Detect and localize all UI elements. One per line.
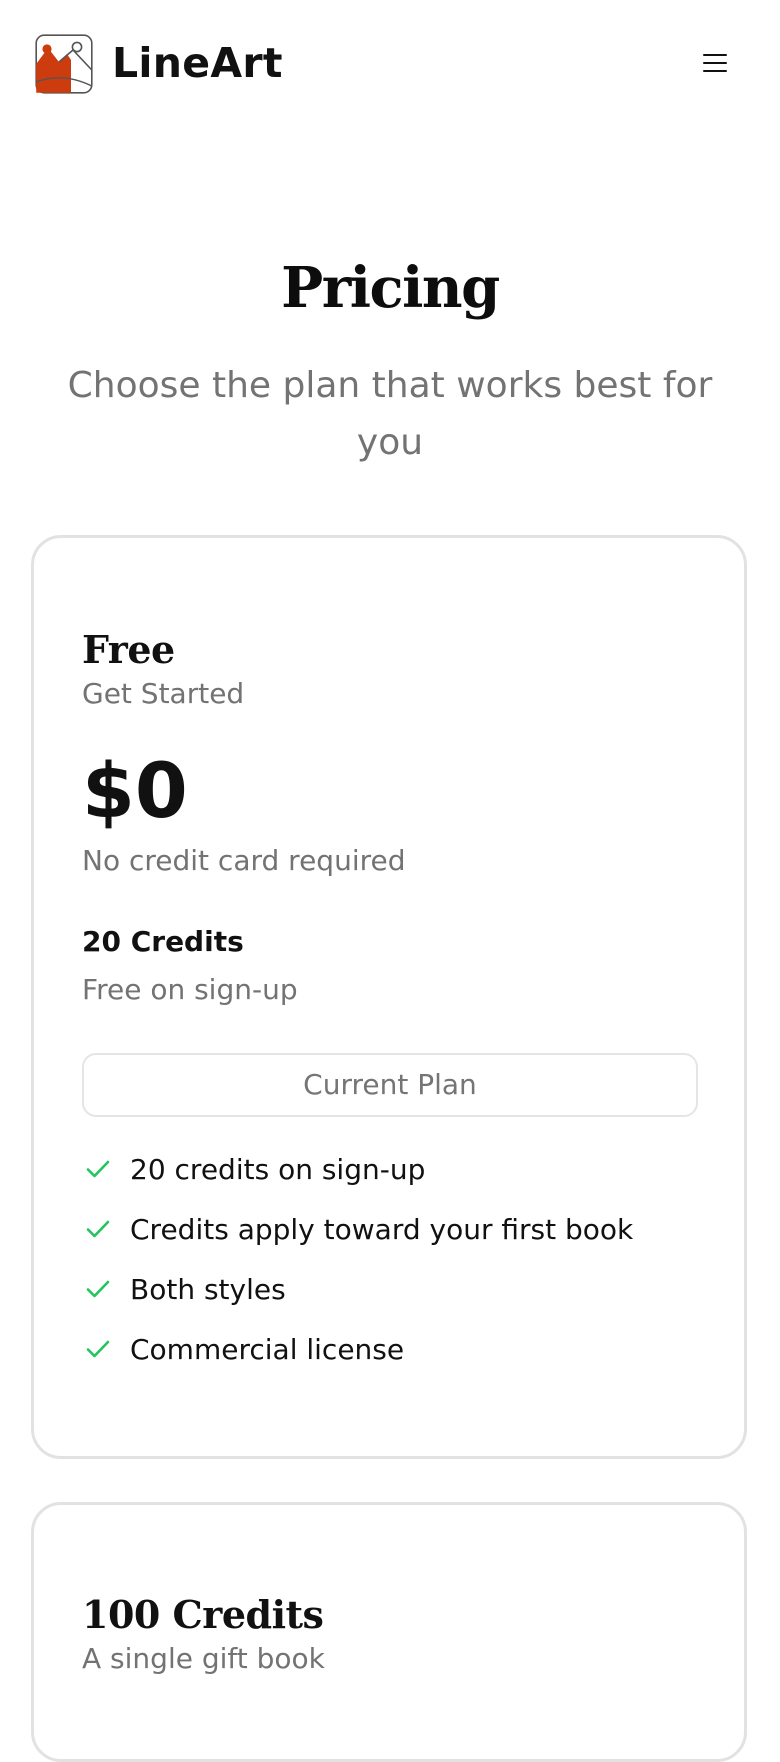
plan-name: Free	[82, 627, 175, 672]
check-icon	[86, 1340, 110, 1358]
current-plan-button[interactable]: Current Plan	[82, 1053, 698, 1117]
page-subtitle: Choose the plan that works best for you	[67, 365, 713, 463]
feature-text: Commercial license	[130, 1333, 405, 1366]
feature-item: Both styles	[82, 1268, 702, 1312]
price-note: No credit card required	[82, 844, 406, 877]
page-title: Pricing	[281, 255, 500, 321]
plan-name: 100 Credits	[82, 1592, 324, 1637]
credits-title: 20 Credits	[82, 925, 244, 958]
plan-card-free: Free Get Started $0 No credit card requi…	[31, 535, 747, 1459]
plan-price: $0	[82, 746, 188, 835]
brand-name[interactable]: LineArt	[112, 38, 283, 88]
check-icon	[86, 1160, 110, 1178]
feature-item: 20 credits on sign-up	[82, 1148, 702, 1192]
feature-item: Credits apply toward your first book	[82, 1208, 702, 1252]
feature-item: Commercial license	[82, 1328, 702, 1372]
check-icon	[86, 1280, 110, 1298]
plan-tagline: Get Started	[82, 677, 245, 710]
picture-frame-icon[interactable]	[35, 34, 93, 94]
site-header: LineArt	[0, 0, 780, 130]
hamburger-menu-icon[interactable]	[700, 48, 732, 78]
feature-text: Both styles	[130, 1273, 286, 1306]
plan-tagline: A single gift book	[82, 1642, 325, 1675]
credits-note: Free on sign-up	[82, 973, 298, 1006]
feature-text: 20 credits on sign-up	[130, 1153, 426, 1186]
check-icon	[86, 1220, 110, 1238]
feature-text: Credits apply toward your first book	[130, 1213, 634, 1246]
plan-card-100-credits: 100 Credits A single gift book	[31, 1502, 747, 1762]
